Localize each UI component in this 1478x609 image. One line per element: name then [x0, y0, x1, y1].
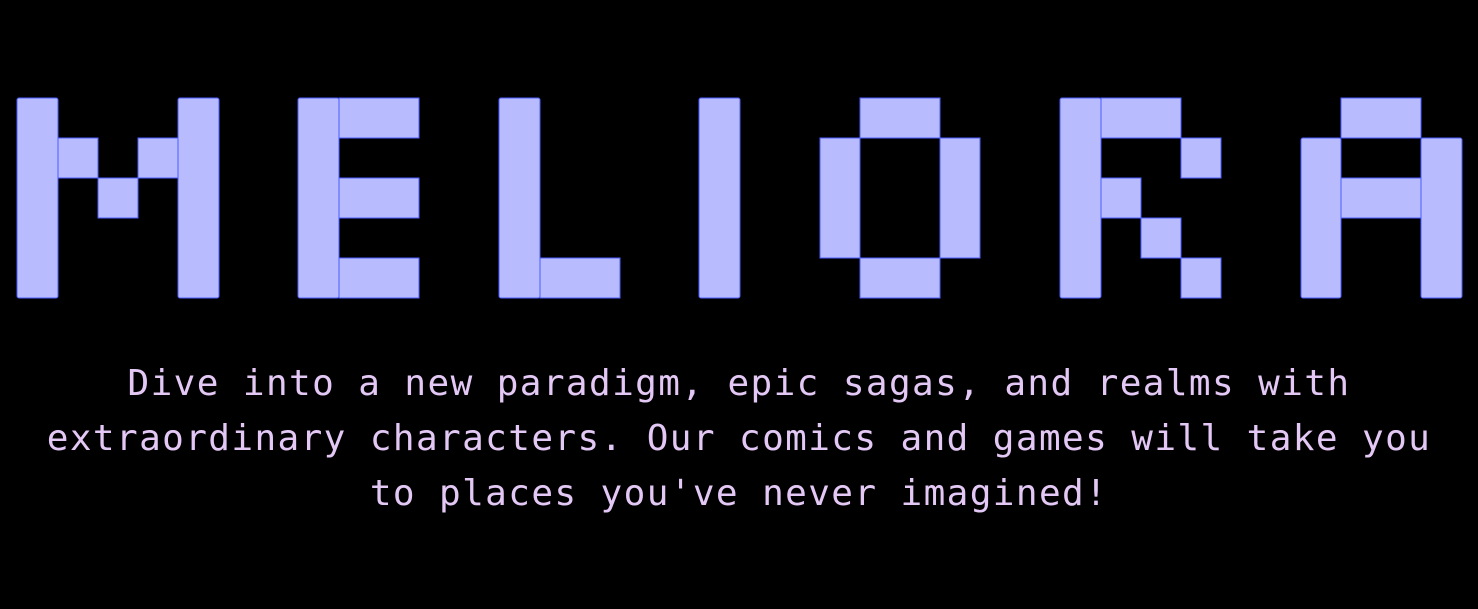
logo-letter-o — [819, 97, 981, 299]
hero-tagline: Dive into a new paradigm, epic sagas, an… — [0, 356, 1478, 521]
meliora-logo: MELIORA — [0, 0, 1478, 320]
tagline-line: Dive into a new paradigm, epic sagas, an… — [127, 363, 1351, 404]
logo-letter-i — [698, 97, 741, 299]
logo-letter-m — [16, 97, 220, 299]
logo-letter-l — [498, 97, 621, 299]
logo-letter-e — [297, 97, 420, 299]
logo-letter-r — [1059, 97, 1222, 299]
logo-letter-a — [1300, 97, 1463, 299]
tagline-line: extraordinary characters. Our comics and… — [46, 418, 1432, 459]
hero-section: MELIORA — [0, 0, 1478, 609]
tagline-line: to places you've never imagined! — [369, 473, 1109, 514]
logo-pixel-art — [16, 97, 1463, 299]
